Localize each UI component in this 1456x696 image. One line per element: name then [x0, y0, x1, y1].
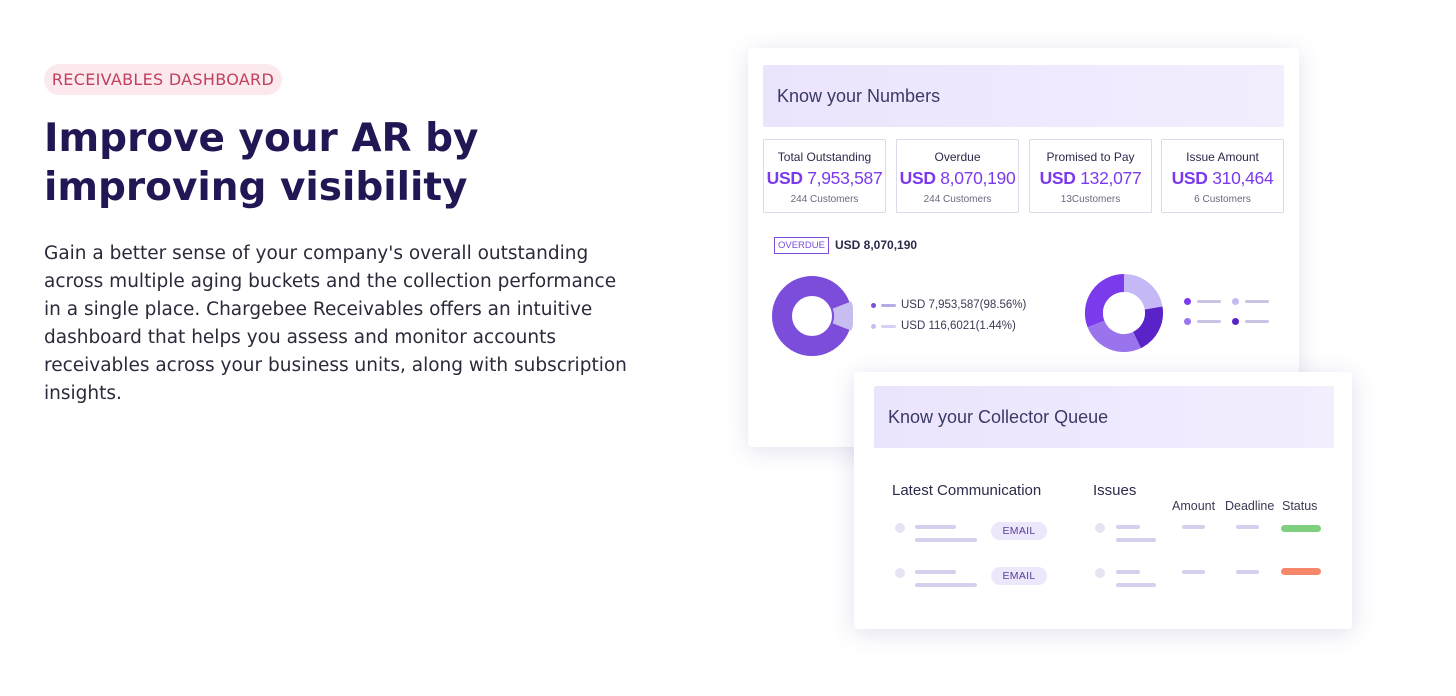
legend-dot	[1232, 318, 1239, 325]
overdue-tag: OVERDUE	[774, 237, 829, 254]
stat-currency: USD	[1039, 168, 1076, 188]
donut-segment-minor	[832, 301, 853, 331]
text-placeholder	[1116, 525, 1140, 529]
stat-amount: 7,953,587	[807, 168, 883, 188]
text-placeholder	[1116, 570, 1140, 574]
stat-value: USD 7,953,587	[764, 168, 885, 189]
segment-donut-chart	[1084, 273, 1163, 352]
stat-label: Promised to Pay	[1046, 150, 1135, 164]
description-paragraph: Gain a better sense of your company's ov…	[44, 240, 627, 408]
legend-line	[1197, 300, 1221, 303]
stat-amount: 8,070,190	[940, 168, 1016, 188]
donut-segment	[1084, 273, 1125, 328]
issue-icon-placeholder	[1095, 568, 1105, 578]
legend-dot	[871, 303, 876, 308]
paragraph-line: Gain a better sense of your company's ov…	[44, 243, 589, 264]
stat-currency: USD	[899, 168, 936, 188]
legend-line	[881, 325, 896, 328]
queue-card-title: Know your Collector Queue	[874, 386, 1334, 448]
status-indicator	[1281, 525, 1321, 532]
stat-currency: USD	[1171, 168, 1208, 188]
section-badge: RECEIVABLES DASHBOARD	[44, 64, 282, 95]
text-placeholder	[1116, 583, 1156, 587]
stat-value: USD 310,464	[1162, 168, 1283, 189]
amount-placeholder	[1182, 525, 1205, 529]
column-status: Status	[1282, 499, 1318, 513]
paragraph-line: across multiple aging buckets and the co…	[44, 271, 617, 292]
text-placeholder	[915, 583, 977, 587]
avatar-placeholder	[895, 523, 905, 533]
text-placeholder	[915, 538, 977, 542]
legend-dot	[1184, 318, 1191, 325]
legend-dot	[1232, 298, 1239, 305]
legend-dot	[871, 324, 876, 329]
stat-label: Issue Amount	[1186, 150, 1259, 164]
stat-amount: 132,077	[1080, 168, 1142, 188]
numbers-card-title: Know your Numbers	[763, 65, 1284, 127]
page-headline: Improve your AR by improving visibility	[44, 114, 644, 212]
amount-placeholder	[1182, 570, 1205, 574]
issue-icon-placeholder	[1095, 523, 1105, 533]
stat-label: Total Outstanding	[777, 150, 872, 164]
column-amount: Amount	[1172, 499, 1216, 513]
collector-queue-card: Know your Collector Queue Latest Communi…	[854, 372, 1352, 629]
column-issues: Issues	[1093, 482, 1137, 499]
deadline-placeholder	[1236, 525, 1259, 529]
legend-line	[881, 304, 896, 307]
status-indicator	[1281, 568, 1321, 575]
stat-total-outstanding: Total Outstanding USD 7,953,587 244 Cust…	[763, 139, 886, 213]
stat-amount: 310,464	[1212, 168, 1274, 188]
stat-overdue: Overdue USD 8,070,190 244 Customers	[896, 139, 1019, 213]
deadline-placeholder	[1236, 570, 1259, 574]
headline-line-1: Improve your AR by	[44, 116, 479, 161]
legend-dot	[1184, 298, 1191, 305]
stat-value: USD 8,070,190	[897, 168, 1018, 189]
legend-line	[1197, 320, 1221, 323]
stat-promised-to-pay: Promised to Pay USD 132,077 13Customers	[1029, 139, 1152, 213]
stat-issue-amount: Issue Amount USD 310,464 6 Customers	[1161, 139, 1284, 213]
avatar-placeholder	[895, 568, 905, 578]
stat-customers: 244 Customers	[923, 194, 992, 205]
paragraph-line: receivables across your business units, …	[44, 355, 627, 376]
donut-segment	[1132, 306, 1163, 349]
paragraph-line: in a single place. Chargebee Receivables…	[44, 299, 593, 320]
donut-segment-major	[772, 276, 852, 356]
stat-customers: 13Customers	[1060, 194, 1121, 205]
stat-currency: USD	[766, 168, 803, 188]
channel-badge: EMAIL	[991, 522, 1047, 540]
legend-text: USD 116,6021(1.44%)	[901, 320, 1016, 332]
paragraph-line: insights.	[44, 383, 122, 404]
overdue-donut-chart	[772, 276, 853, 356]
column-latest-communication: Latest Communication	[892, 482, 1042, 499]
text-placeholder	[1116, 538, 1156, 542]
text-placeholder	[915, 570, 956, 574]
stat-label: Overdue	[934, 150, 981, 164]
channel-badge: EMAIL	[991, 567, 1047, 585]
paragraph-line: dashboard that helps you assess and moni…	[44, 327, 557, 348]
headline-line-2: improving visibility	[44, 165, 468, 210]
stat-value: USD 132,077	[1030, 168, 1151, 189]
text-placeholder	[915, 525, 956, 529]
overdue-amount: USD 8,070,190	[835, 238, 918, 252]
stat-customers: 6 Customers	[1194, 194, 1251, 205]
legend-line	[1245, 320, 1269, 323]
legend-text: USD 7,953,587(98.56%)	[901, 299, 1027, 311]
donut-segment	[1123, 274, 1163, 311]
donut-segment	[1087, 320, 1141, 352]
column-deadline: Deadline	[1225, 499, 1275, 513]
legend-line	[1245, 300, 1269, 303]
stat-customers: 244 Customers	[790, 194, 859, 205]
